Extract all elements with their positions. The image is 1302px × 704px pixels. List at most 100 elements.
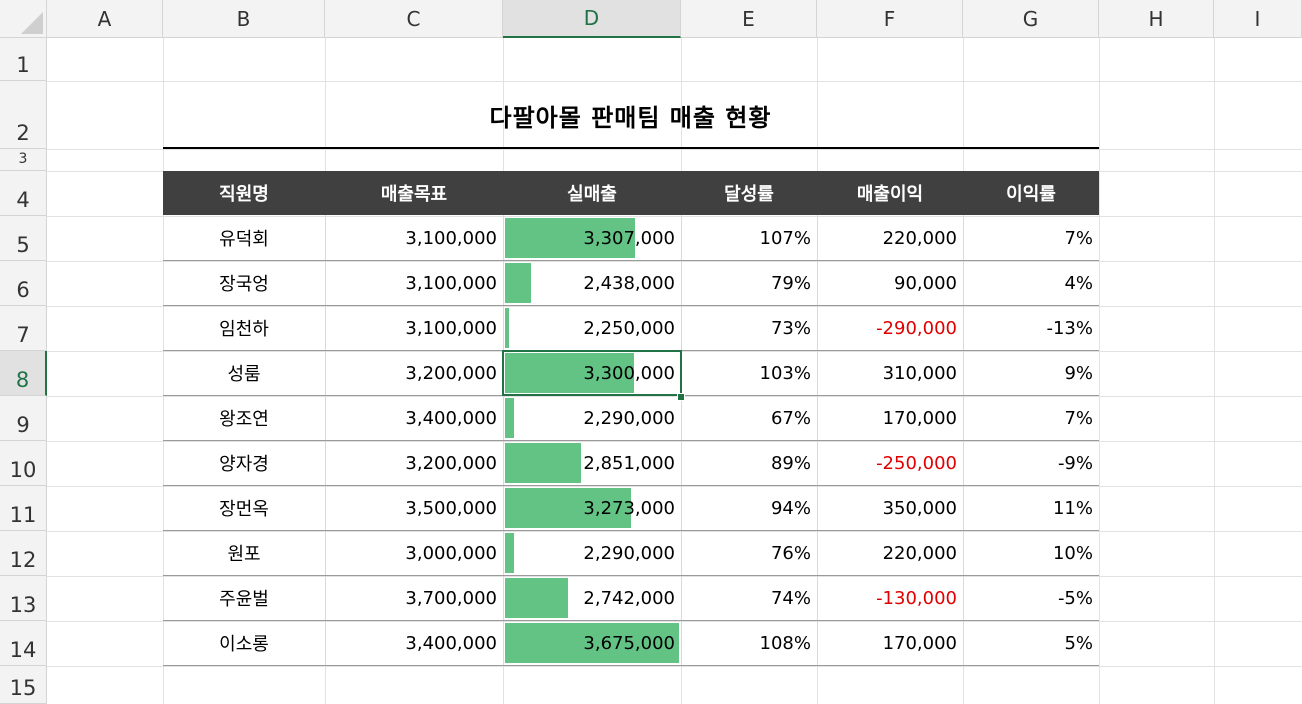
cell-margin[interactable]: 5% (963, 621, 1099, 665)
cell-profit[interactable]: 170,000 (817, 621, 963, 665)
cell-name[interactable]: 장먼옥 (163, 486, 325, 530)
cell-rate[interactable]: 74% (681, 576, 817, 620)
cell-margin[interactable]: 11% (963, 486, 1099, 530)
cell-target[interactable]: 3,500,000 (325, 486, 503, 530)
cell-target[interactable]: 3,100,000 (325, 306, 503, 350)
cell-name[interactable]: 성룸 (163, 351, 325, 395)
cell-actual[interactable]: 2,290,000 (503, 531, 681, 575)
cell-profit[interactable]: 220,000 (817, 531, 963, 575)
column-header-f[interactable]: F (817, 0, 963, 38)
cell-rate[interactable]: 108% (681, 621, 817, 665)
row-header-12[interactable]: 12 (0, 531, 47, 576)
cell-actual[interactable]: 3,273,000 (503, 486, 681, 530)
cell-margin[interactable]: -13% (963, 306, 1099, 350)
cell-name[interactable]: 이소롱 (163, 621, 325, 665)
table-row: 주윤벌 3,700,000 2,742,000 74% -130,000 -5% (163, 576, 1099, 621)
column-separator (325, 396, 326, 441)
cell-margin[interactable]: -9% (963, 441, 1099, 485)
cell-rate[interactable]: 79% (681, 261, 817, 305)
cell-margin[interactable]: 7% (963, 216, 1099, 260)
cell-profit[interactable]: 220,000 (817, 216, 963, 260)
row-header-13[interactable]: 13 (0, 576, 47, 621)
row-header-14[interactable]: 14 (0, 621, 47, 666)
cell-target[interactable]: 3,400,000 (325, 396, 503, 440)
row-header-1[interactable]: 1 (0, 38, 47, 81)
row-header-2[interactable]: 2 (0, 81, 47, 149)
cell-actual[interactable]: 2,250,000 (503, 306, 681, 350)
column-header-e[interactable]: E (681, 0, 817, 38)
cell-actual[interactable]: 2,290,000 (503, 396, 681, 440)
cell-name[interactable]: 원포 (163, 531, 325, 575)
column-header-c[interactable]: C (325, 0, 503, 38)
cell-name[interactable]: 왕조연 (163, 396, 325, 440)
cell-actual[interactable]: 2,742,000 (503, 576, 681, 620)
sheet-title[interactable]: 다팔아몰 판매팀 매출 현황 (163, 81, 1098, 149)
fill-handle[interactable] (677, 393, 685, 401)
header-actual[interactable]: 실매출 (503, 171, 681, 215)
column-separator (325, 486, 326, 531)
cell-target[interactable]: 3,400,000 (325, 621, 503, 665)
column-separator (963, 621, 964, 666)
cell-target[interactable]: 3,700,000 (325, 576, 503, 620)
cell-rate[interactable]: 103% (681, 351, 817, 395)
column-header-h[interactable]: H (1099, 0, 1214, 38)
column-separator (817, 621, 818, 666)
header-name[interactable]: 직원명 (163, 171, 325, 215)
row-header-8[interactable]: 8 (0, 351, 47, 396)
cell-profit[interactable]: 90,000 (817, 261, 963, 305)
cell-name[interactable]: 장국엉 (163, 261, 325, 305)
cell-profit[interactable]: 170,000 (817, 396, 963, 440)
column-header-g[interactable]: G (963, 0, 1099, 38)
cell-actual[interactable]: 3,675,000 (503, 621, 681, 665)
column-separator (325, 531, 326, 576)
cell-margin[interactable]: 9% (963, 351, 1099, 395)
header-rate[interactable]: 달성률 (681, 171, 817, 215)
select-all-corner[interactable] (0, 0, 47, 38)
row-header-7[interactable]: 7 (0, 306, 47, 351)
cell-margin[interactable]: 4% (963, 261, 1099, 305)
row-header-4[interactable]: 4 (0, 171, 47, 216)
column-header-a[interactable]: A (47, 0, 163, 38)
row-header-3[interactable]: 3 (0, 149, 47, 171)
cell-name[interactable]: 양자경 (163, 441, 325, 485)
cell-actual[interactable]: 3,307,000 (503, 216, 681, 260)
header-margin[interactable]: 이익률 (963, 171, 1099, 215)
cell-rate[interactable]: 73% (681, 306, 817, 350)
header-profit[interactable]: 매출이익 (817, 171, 963, 215)
cell-target[interactable]: 3,100,000 (325, 216, 503, 260)
row-header-9[interactable]: 9 (0, 396, 47, 441)
column-header-i[interactable]: I (1214, 0, 1302, 38)
cell-name[interactable]: 주윤벌 (163, 576, 325, 620)
cell-rate[interactable]: 67% (681, 396, 817, 440)
header-target[interactable]: 매출목표 (325, 171, 503, 215)
cell-profit[interactable]: -290,000 (817, 306, 963, 350)
cell-profit[interactable]: -250,000 (817, 441, 963, 485)
column-header-d[interactable]: D (503, 0, 681, 38)
cell-target[interactable]: 3,100,000 (325, 261, 503, 305)
cell-actual[interactable]: 2,438,000 (503, 261, 681, 305)
cell-profit[interactable]: 350,000 (817, 486, 963, 530)
cell-margin[interactable]: 10% (963, 531, 1099, 575)
cell-rate[interactable]: 94% (681, 486, 817, 530)
cell-target[interactable]: 3,200,000 (325, 351, 503, 395)
row-header-6[interactable]: 6 (0, 261, 47, 306)
cell-profit[interactable]: 310,000 (817, 351, 963, 395)
table-row: 장국엉 3,100,000 2,438,000 79% 90,000 4% (163, 261, 1099, 306)
row-header-10[interactable]: 10 (0, 441, 47, 486)
cell-target[interactable]: 3,000,000 (325, 531, 503, 575)
cell-rate[interactable]: 107% (681, 216, 817, 260)
row-header-15[interactable]: 15 (0, 666, 47, 704)
cell-actual[interactable]: 2,851,000 (503, 441, 681, 485)
cell-rate[interactable]: 76% (681, 531, 817, 575)
cell-margin[interactable]: -5% (963, 576, 1099, 620)
cell-profit[interactable]: -130,000 (817, 576, 963, 620)
cell-name[interactable]: 임천하 (163, 306, 325, 350)
cell-name[interactable]: 유덕회 (163, 216, 325, 260)
cell-actual[interactable]: 3,300,000 (503, 351, 681, 395)
cell-target[interactable]: 3,200,000 (325, 441, 503, 485)
column-header-b[interactable]: B (163, 0, 325, 38)
cell-margin[interactable]: 7% (963, 396, 1099, 440)
row-header-5[interactable]: 5 (0, 216, 47, 261)
cell-rate[interactable]: 89% (681, 441, 817, 485)
row-header-11[interactable]: 11 (0, 486, 47, 531)
